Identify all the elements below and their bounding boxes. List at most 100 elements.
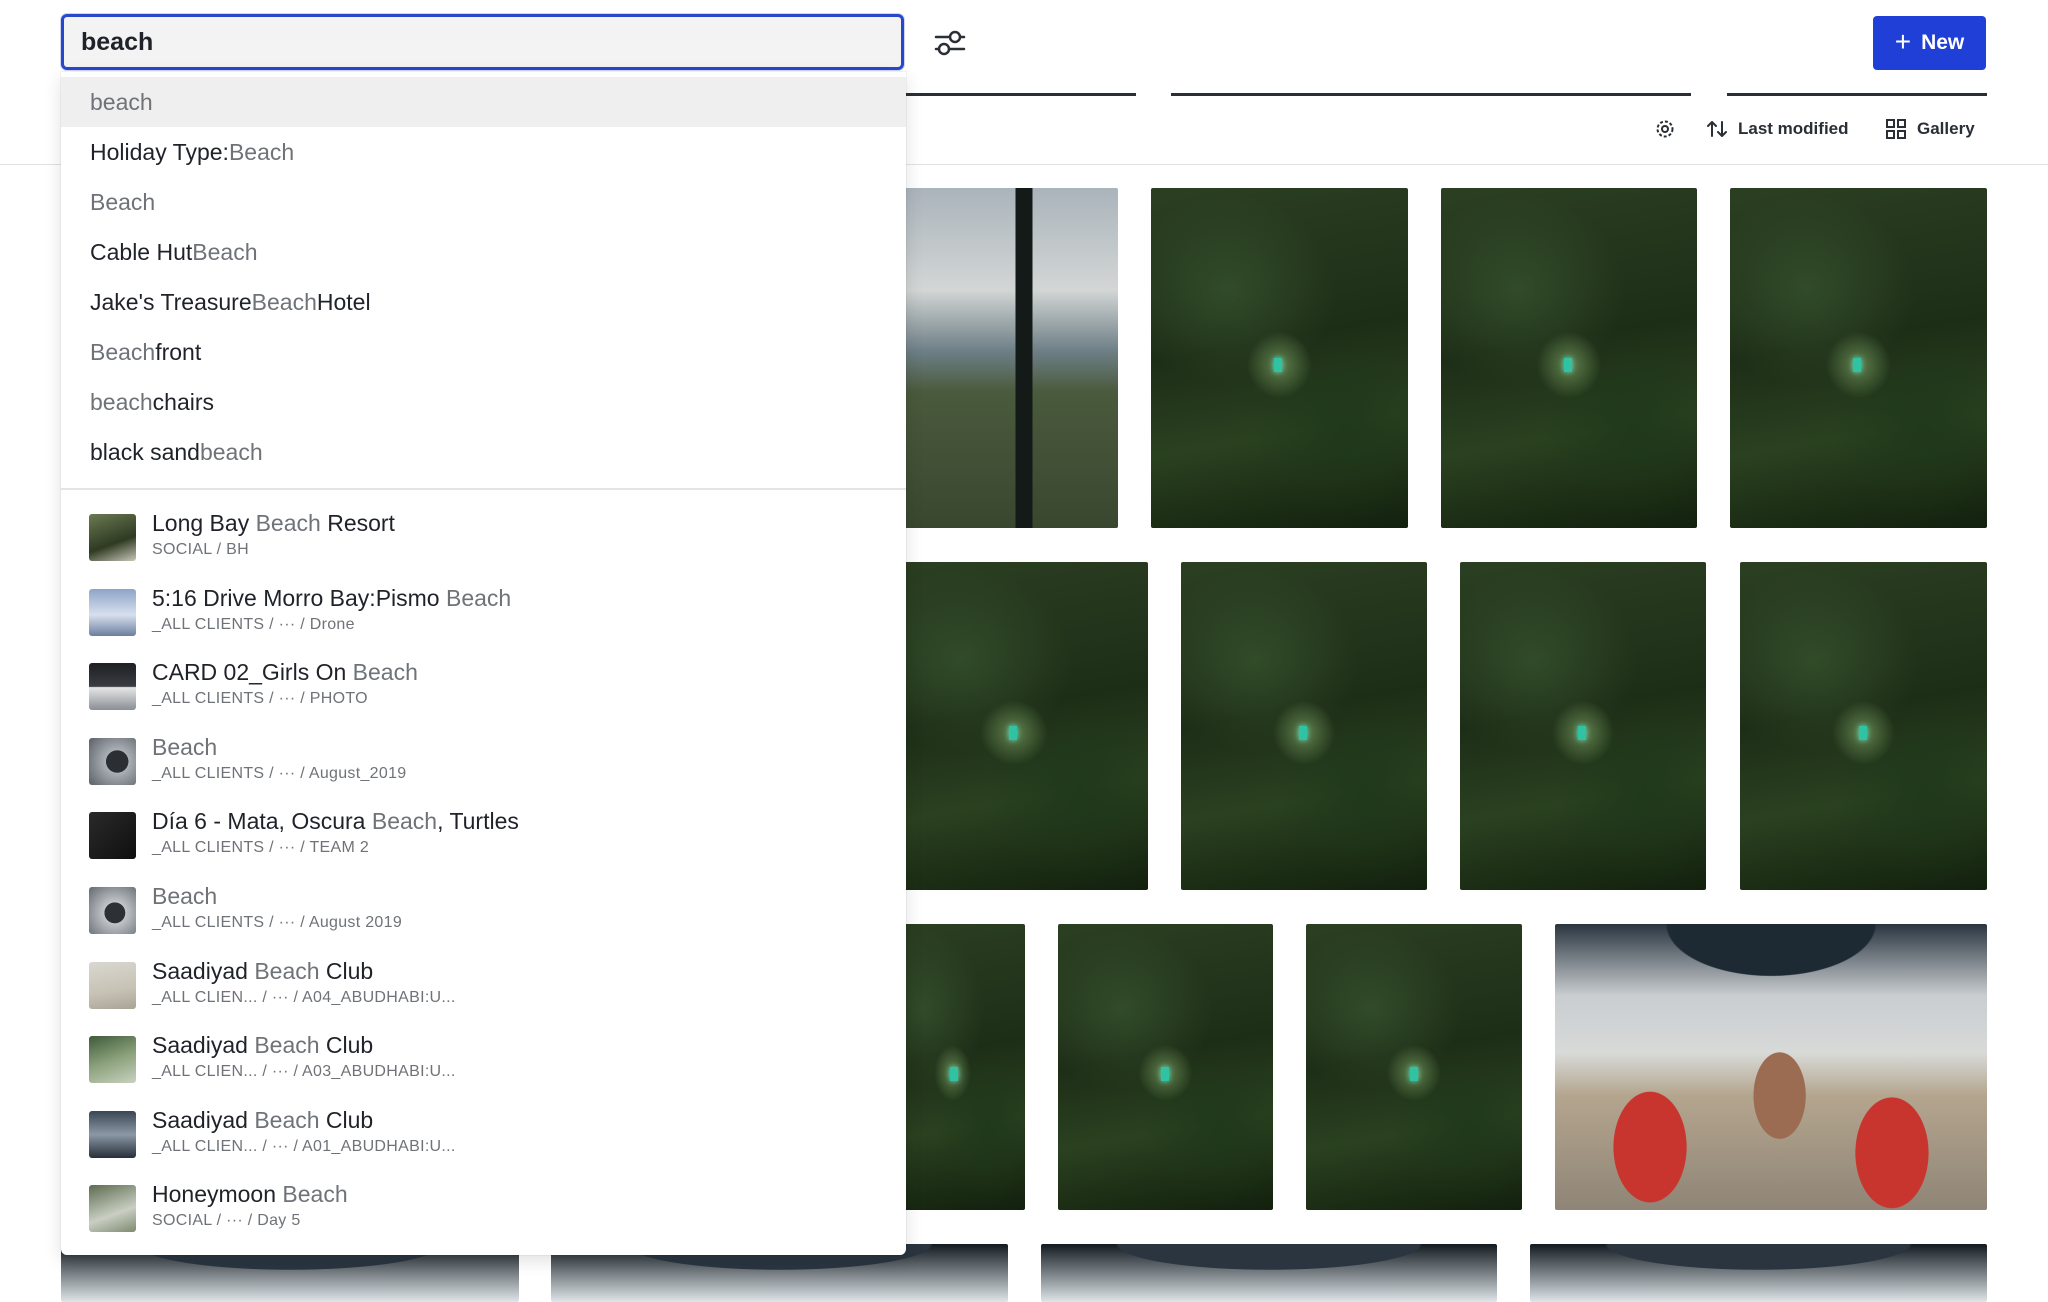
gallery-thumbnail[interactable] (1555, 924, 1987, 1210)
gallery-thumbnail[interactable] (1530, 1244, 1987, 1302)
result-title: Long Bay Beach Resort (152, 510, 395, 537)
search-result-item[interactable]: Beach _ALL CLIENTS / ··· / August 2019 (61, 875, 906, 947)
result-path: _ALL CLIEN... / ··· / A01_ABUDHABI:U... (152, 1137, 456, 1155)
text-segment: Saadiyad (152, 1032, 255, 1059)
gallery-thumbnail[interactable] (1058, 924, 1273, 1210)
view-toggle[interactable]: Gallery (1885, 118, 1975, 140)
suggestion-item[interactable]: Beach front (61, 327, 906, 377)
text-segment: , Turtles (437, 808, 519, 835)
view-label: Gallery (1917, 119, 1975, 138)
result-title: Día 6 - Mata, Oscura Beach, Turtles (152, 808, 519, 835)
tab-underline (900, 93, 1136, 96)
search-input[interactable] (81, 27, 901, 57)
text-segment: Jake's Treasure (90, 288, 252, 315)
result-path: _ALL CLIENTS / ··· / August_2019 (152, 764, 407, 782)
text-segment: Resort (320, 510, 395, 536)
grid-icon (1886, 119, 1906, 139)
result-thumbnail (89, 1185, 136, 1233)
sort-arrows-icon (1707, 121, 1727, 137)
gallery-thumbnail[interactable] (880, 188, 1118, 528)
text-segment: 5:16 Drive Morro Bay:Pismo (152, 584, 446, 611)
search-result-item[interactable]: Día 6 - Mata, Oscura Beach, Turtles _ALL … (61, 800, 906, 872)
new-button-label: New (1921, 31, 1965, 54)
text-segment: Club (319, 1032, 374, 1059)
result-thumbnail (89, 1036, 136, 1084)
search-result-item[interactable]: Saadiyad Beach Club _ALL CLIEN... / ··· /… (61, 950, 906, 1022)
gallery-thumbnail[interactable] (1181, 562, 1427, 890)
text-segment: beach (90, 388, 153, 415)
result-path: SOCIAL / BH (152, 541, 249, 558)
text-segment: Beach (282, 1181, 348, 1208)
filter-button[interactable] (930, 26, 970, 60)
text-segment: Club (319, 957, 374, 984)
text-segment: Beach (90, 188, 156, 215)
search-result-item[interactable]: Saadiyad Beach Club _ALL CLIEN... / ··· /… (61, 1099, 906, 1171)
gear-icon (1656, 120, 1674, 138)
sliders-icon (934, 30, 966, 56)
text-segment: Holiday Type: (90, 138, 229, 165)
text-segment: Día 6 - Mata, Oscura (152, 808, 372, 835)
suggestion-item[interactable]: Beach (61, 177, 906, 227)
text-segment: Beach (254, 1106, 320, 1133)
suggestion-item[interactable]: beach chairs (61, 377, 906, 427)
result-thumbnail (89, 588, 136, 636)
text-segment: Beach (352, 659, 418, 686)
text-segment: Beach (90, 338, 156, 365)
sort-button[interactable]: Last modified (1706, 118, 1849, 140)
result-path: SOCIAL / ··· / Day 5 (152, 1212, 301, 1230)
text-segment: Hotel (316, 288, 371, 315)
text-segment: Honeymoon (152, 1181, 283, 1208)
text-segment: Beach (228, 138, 295, 165)
gallery-thumbnail[interactable] (1441, 188, 1697, 528)
search-result-item[interactable]: 5:16 Drive Morro Bay:Pismo Beach _ALL CLI… (61, 577, 906, 649)
gallery-thumbnail[interactable] (1460, 562, 1706, 890)
suggestion-item[interactable]: Jake's Treasure Beach Hotel (61, 277, 906, 327)
search-box[interactable] (61, 14, 904, 70)
settings-button[interactable] (1654, 118, 1676, 140)
search-result-item[interactable]: Beach _ALL CLIENTS / ··· / August_2019 (61, 726, 906, 798)
gallery-thumbnail[interactable] (1730, 188, 1987, 528)
gallery-thumbnail[interactable] (1151, 188, 1408, 528)
search-result-item[interactable]: CARD 02_Girls On Beach _ALL CLIENTS / ···… (61, 651, 906, 723)
text-segment: Beach (192, 238, 258, 265)
suggestion-item[interactable]: Holiday Type: Beach (61, 127, 906, 177)
result-thumbnail (89, 663, 136, 711)
plus-icon: + (1894, 25, 1912, 57)
text-segment: Saadiyad (152, 1106, 255, 1133)
text-segment: Beach (255, 510, 321, 536)
result-path: _ALL CLIEN... / ··· / A03_ABUDHABI:U... (152, 1063, 456, 1081)
result-title: Saadiyad Beach Club (152, 1032, 373, 1059)
text-segment: Beach (371, 808, 438, 835)
suggestion-item[interactable]: beach (61, 77, 906, 127)
result-title: Beach (152, 734, 217, 761)
text-segment: beach (199, 438, 263, 465)
suggestions-divider (61, 488, 906, 490)
result-thumbnail (89, 961, 136, 1009)
gallery-thumbnail[interactable] (1041, 1244, 1497, 1302)
text-segment: CARD 02_Girls On (152, 659, 353, 686)
gallery-thumbnail[interactable] (1740, 562, 1987, 890)
text-segment: Saadiyad (152, 957, 255, 984)
result-path: _ALL CLIEN... / ··· / A04_ABUDHABI:U... (152, 988, 456, 1006)
result-thumbnail (89, 737, 136, 785)
gallery-thumbnail[interactable] (1306, 924, 1522, 1210)
text-segment: Beach (254, 1032, 320, 1059)
result-title: CARD 02_Girls On Beach (152, 659, 418, 686)
new-button[interactable]: + New (1873, 16, 1986, 70)
result-path: _ALL CLIENTS / ··· / TEAM 2 (152, 839, 370, 857)
text-segment: Club (319, 1106, 374, 1133)
search-result-item[interactable]: Saadiyad Beach Club _ALL CLIEN... / ··· /… (61, 1024, 906, 1096)
text-segment: chairs (152, 388, 215, 415)
result-thumbnail (89, 1110, 136, 1158)
suggestion-item[interactable]: black sand beach (61, 427, 906, 477)
search-result-item[interactable]: Long Bay Beach Resort SOCIAL / BH (61, 502, 906, 574)
result-title: 5:16 Drive Morro Bay:Pismo Beach (152, 585, 511, 612)
suggestion-item[interactable]: Cable Hut Beach (61, 227, 906, 277)
text-segment: Beach (254, 957, 320, 984)
text-segment: beach (90, 88, 153, 115)
result-thumbnail (89, 514, 136, 561)
text-segment: Cable Hut (90, 238, 193, 265)
gallery-thumbnail[interactable] (880, 562, 1148, 890)
search-result-item[interactable]: Honeymoon Beach SOCIAL / ··· / Day 5 (61, 1173, 906, 1245)
result-title: Saadiyad Beach Club (152, 958, 373, 985)
